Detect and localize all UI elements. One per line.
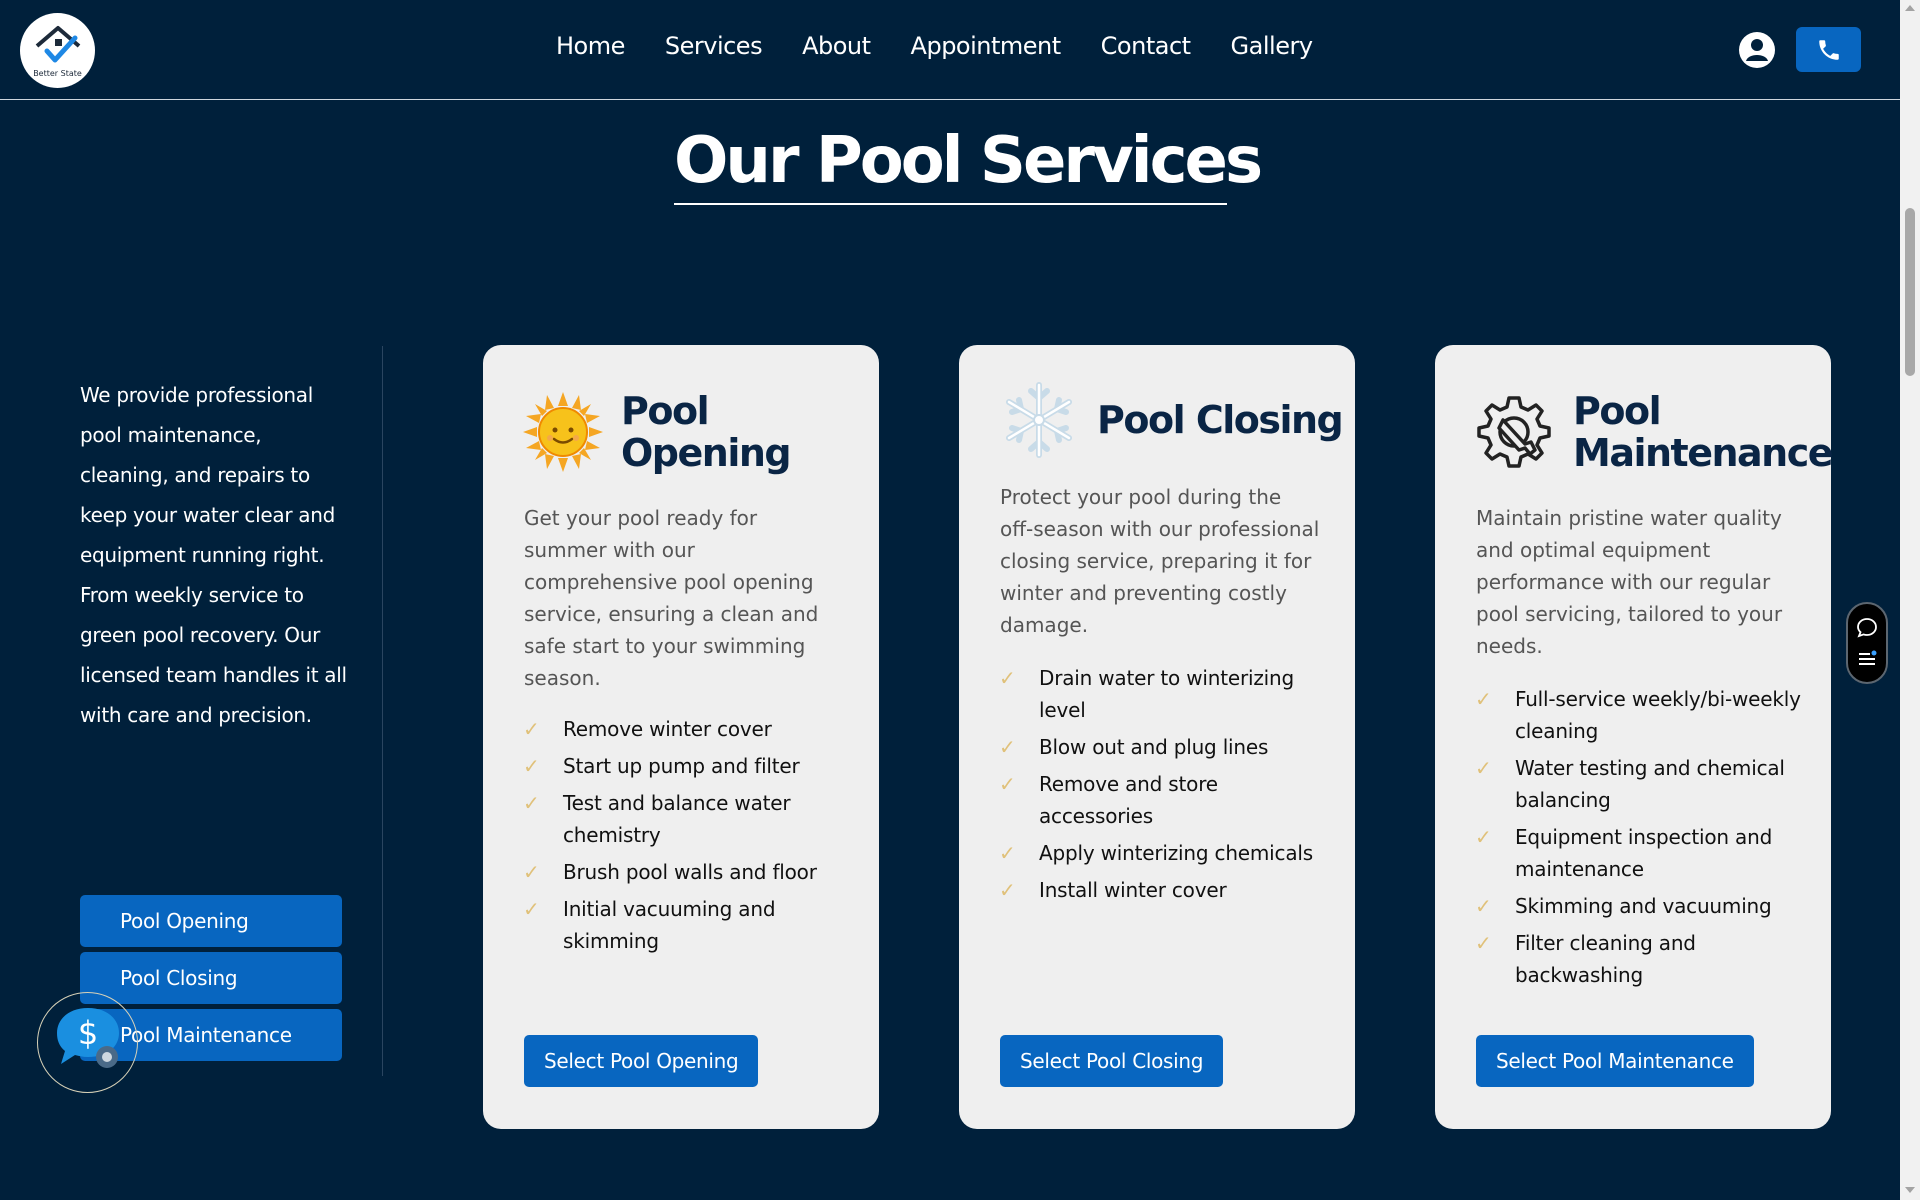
feature-list: ✓ Full-service weekly/bi-weekly cleaning … — [1475, 683, 1805, 996]
check-icon: ✓ — [999, 841, 1016, 865]
menu-icon[interactable] — [1856, 648, 1878, 670]
list-item: ✓ Test and balance water chemistry — [523, 787, 853, 851]
check-icon: ✓ — [999, 772, 1016, 796]
side-button-pool-opening[interactable]: Pool Opening — [80, 895, 342, 947]
sun-icon — [523, 392, 603, 472]
check-icon: ✓ — [999, 878, 1016, 902]
section-title: Our Pool Services — [674, 122, 1263, 205]
column-divider — [382, 346, 383, 1076]
nav-contact[interactable]: Contact — [1101, 32, 1191, 60]
check-icon: ✓ — [523, 754, 540, 778]
feature-text: Equipment inspection and maintenance — [1515, 825, 1773, 881]
list-item: ✓ Water testing and chemical balancing — [1475, 752, 1805, 816]
list-item: ✓ Remove and store accessories — [999, 768, 1329, 832]
feature-list: ✓ Remove winter cover ✓ Start up pump and … — [523, 713, 853, 962]
feature-text: Blow out and plug lines — [1039, 735, 1269, 759]
chat-bubble-icon[interactable] — [1856, 617, 1878, 639]
check-icon: ✓ — [523, 860, 540, 884]
feature-text: Test and balance water chemistry — [563, 791, 791, 847]
list-item: ✓ Skimming and vacuuming — [1475, 890, 1805, 922]
list-item: ✓ Start up pump and filter — [523, 750, 853, 782]
snowflake-icon — [1006, 382, 1072, 458]
site-header: Better State Home Services About Appoint… — [0, 0, 1900, 100]
pricing-chat-button[interactable]: $ — [37, 992, 138, 1093]
page-scrollbar[interactable] — [1900, 0, 1920, 1200]
select-pool-opening-button[interactable]: Select Pool Opening — [524, 1035, 759, 1087]
feature-text: Start up pump and filter — [563, 754, 800, 778]
card-title: Pool Opening — [621, 389, 792, 475]
list-item: ✓ Filter cleaning and backwashing — [1475, 927, 1805, 991]
feature-text: Skimming and vacuuming — [1515, 894, 1772, 918]
card-description: Get your pool ready for summer with our … — [524, 506, 819, 690]
list-item: ✓ Brush pool walls and floor — [523, 856, 853, 888]
nav-services[interactable]: Services — [665, 32, 763, 60]
feature-text: Install winter cover — [1039, 878, 1227, 902]
card-title: Pool Closing — [1097, 398, 1344, 442]
card-header: Pool Maintenance — [1475, 389, 1834, 475]
intro-text: We provide professional pool maintenance… — [80, 383, 347, 727]
check-icon: ✓ — [523, 791, 540, 815]
list-item: ✓ Initial vacuuming and skimming — [523, 893, 853, 957]
phone-button[interactable] — [1796, 27, 1861, 72]
check-icon: ✓ — [1475, 756, 1492, 780]
service-card-pool-closing: Pool Closing Protect your pool during th… — [959, 345, 1355, 1129]
check-icon: ✓ — [1475, 931, 1492, 955]
list-item: ✓ Remove winter cover — [523, 713, 853, 745]
feature-text: Initial vacuuming and skimming — [563, 897, 776, 953]
title-underline — [674, 203, 1227, 205]
nav-about[interactable]: About — [802, 32, 871, 60]
check-icon: ✓ — [999, 735, 1016, 759]
feature-text: Remove winter cover — [563, 717, 772, 741]
select-pool-closing-button[interactable]: Select Pool Closing — [1000, 1035, 1224, 1087]
feature-text: Filter cleaning and backwashing — [1515, 931, 1696, 987]
side-button-pool-closing[interactable]: Pool Closing — [80, 952, 342, 1004]
card-description: Maintain pristine water quality and opti… — [1476, 506, 1783, 658]
scrollbar-thumb[interactable] — [1905, 208, 1915, 376]
service-card-pool-maintenance: Pool Maintenance Maintain pristine water… — [1435, 345, 1834, 1129]
card-header: Pool Closing — [999, 380, 1344, 460]
feature-text: Brush pool walls and floor — [563, 860, 817, 884]
chat-widget — [1846, 602, 1888, 684]
service-card-pool-opening: Pool Opening Get your pool ready for sum… — [483, 345, 879, 1129]
nav-appointment[interactable]: Appointment — [911, 32, 1062, 60]
nav-home[interactable]: Home — [556, 32, 625, 60]
svg-text:$: $ — [77, 1014, 97, 1052]
check-icon: ✓ — [1475, 825, 1492, 849]
feature-text: Remove and store accessories — [1039, 772, 1218, 828]
nav-gallery[interactable]: Gallery — [1231, 32, 1313, 60]
card-title: Pool Maintenance — [1573, 389, 1834, 475]
feature-list: ✓ Drain water to winterizing level ✓ Blow … — [999, 662, 1329, 911]
main-nav: Home Services About Appointment Contact … — [556, 32, 1353, 60]
scroll-down-arrow-icon[interactable] — [1905, 1187, 1915, 1193]
scroll-up-arrow-icon[interactable] — [1905, 5, 1915, 11]
card-description: Protect your pool during the off-season … — [1000, 485, 1320, 637]
check-icon: ✓ — [523, 897, 540, 921]
feature-text: Apply winterizing chemicals — [1039, 841, 1313, 865]
list-item: ✓ Equipment inspection and maintenance — [1475, 821, 1805, 885]
phone-icon — [1818, 39, 1839, 60]
check-icon: ✓ — [523, 717, 540, 741]
logo-text: Better State — [33, 68, 82, 78]
logo[interactable]: Better State — [20, 13, 95, 88]
feature-text: Water testing and chemical balancing — [1515, 756, 1785, 812]
list-item: ✓ Blow out and plug lines — [999, 731, 1329, 763]
check-icon: ✓ — [1475, 894, 1492, 918]
card-header: Pool Opening — [523, 389, 792, 475]
select-pool-maintenance-button[interactable]: Select Pool Maintenance — [1476, 1035, 1754, 1087]
list-item: ✓ Drain water to winterizing level — [999, 662, 1329, 726]
gear-wrench-icon — [1477, 396, 1551, 468]
house-check-icon — [35, 25, 80, 62]
feature-text: Drain water to winterizing level — [1039, 666, 1294, 722]
list-item: ✓ Install winter cover — [999, 874, 1329, 906]
page-title: Our Pool Services — [674, 124, 1263, 198]
check-icon: ✓ — [1475, 687, 1492, 711]
list-item: ✓ Full-service weekly/bi-weekly cleaning — [1475, 683, 1805, 747]
feature-text: Full-service weekly/bi-weekly cleaning — [1515, 687, 1801, 743]
check-icon: ✓ — [999, 666, 1016, 690]
user-account-icon[interactable] — [1738, 31, 1776, 69]
list-item: ✓ Apply winterizing chemicals — [999, 837, 1329, 869]
dollar-chat-icon: $ — [56, 1007, 119, 1068]
